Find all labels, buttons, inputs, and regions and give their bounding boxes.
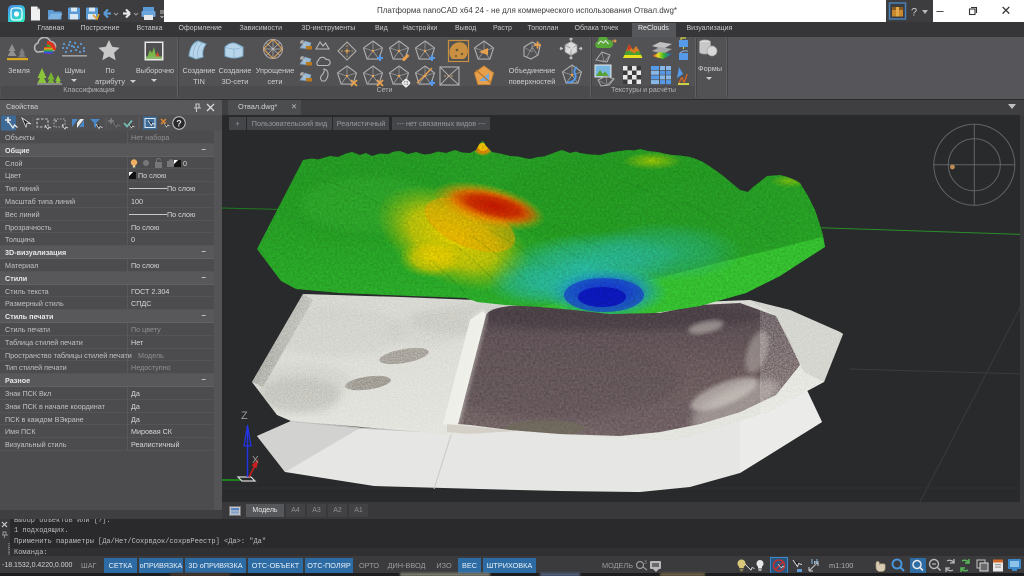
svg-text:Z: Z [241, 410, 248, 422]
svg-text:?: ? [911, 7, 917, 19]
svg-text:X: X [252, 455, 259, 466]
svg-text:Ком: Ком [6, 543, 10, 555]
svg-text:?: ? [176, 118, 182, 128]
svg-text:3: 3 [644, 560, 647, 566]
